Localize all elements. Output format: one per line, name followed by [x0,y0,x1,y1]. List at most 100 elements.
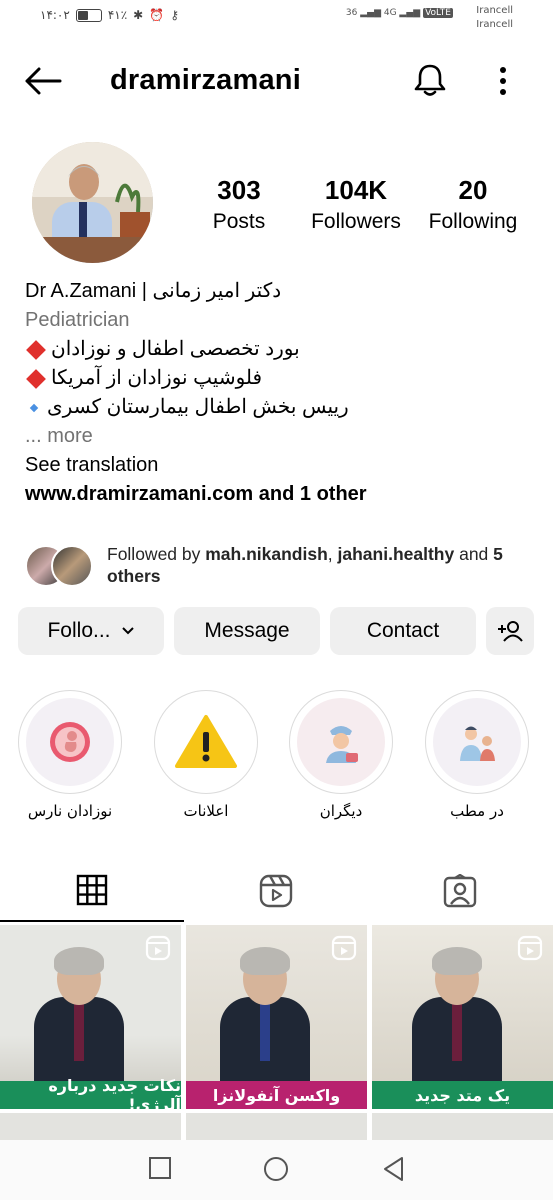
posts-count: 303 [217,175,261,205]
posts-label: Posts [212,210,266,233]
red-diamond-icon [26,368,46,389]
status-time: ۱۴:۰۲ [40,8,70,22]
alarm-icon: ⏰ [149,8,165,22]
stat-following[interactable]: 20 Following [413,175,533,234]
bluetooth-icon: ✱ [133,8,144,22]
following-count: 20 [458,175,488,205]
profile-header: dramirzamani [0,52,553,112]
nurse-icon [326,726,358,763]
avatar-image [32,142,153,263]
tab-reels[interactable] [184,860,368,922]
carrier-2: Irancell [476,19,513,30]
highlight-announcements[interactable]: اعلانات [153,690,259,820]
followers-count: 104K [324,175,388,205]
following-label: Following [428,210,518,233]
add-person-icon [498,621,523,642]
follower-avatar-2 [51,545,93,587]
message-button[interactable]: Message [174,607,320,655]
network-2: 4G [383,8,397,18]
followed-by[interactable]: Followed by mah.nikandish, jahani.health… [25,541,535,589]
highlight-preterm[interactable]: نوزادان نارس [17,690,123,820]
battery-level: ۴۱٪ [107,8,128,22]
status-left: ۱۴:۰۲ ۴۱٪ ✱ ⏰ ⚷ [40,8,179,22]
red-diamond-icon [26,339,46,360]
reels-icon [259,874,293,908]
warning-icon [175,715,237,768]
bio-line-3: رییس بخش اطفال بیمارستان کسری [25,393,535,422]
stat-followers[interactable]: 104K Followers [296,175,416,234]
reel-badge-icon [331,935,357,961]
back-nav-icon[interactable] [382,1156,406,1182]
highlight-clinic[interactable]: در مطب [424,690,530,820]
system-nav-bar [0,1140,553,1200]
signal-area: 36 ▂▄▆ 4G ▂▄▆ VoLTE [345,8,453,18]
figure-tie [74,1001,84,1061]
message-button-label: Message [204,619,290,642]
followed-and: and [454,544,494,564]
tab-tagged[interactable] [368,860,552,922]
fetus-icon [50,722,90,762]
followed-sep: , [327,544,338,564]
contact-button-label: Contact [366,619,440,642]
contact-button[interactable]: Contact [330,607,476,655]
profile-avatar[interactable] [32,142,153,263]
followers-label: Followers [311,210,401,233]
profile-display-name: دکتر امیر زمانی | Dr A.Zamani [25,280,282,302]
highlight-label: نوزادان نارس [27,802,113,820]
doctor-figure [412,939,502,1089]
post-tile-1[interactable]: نکات جدید درباره آلرژی! [0,925,181,1109]
suggested-people-button[interactable] [486,607,534,655]
back-arrow-icon[interactable] [24,66,62,96]
status-bar: ۱۴:۰۲ ۴۱٪ ✱ ⏰ ⚷ 36 ▂▄▆ 4G ▂▄▆ VoLTE Iran… [0,0,553,38]
highlight-cover [26,698,114,786]
profile-category: Pediatrician [25,309,130,331]
key-icon: ⚷ [170,8,179,22]
notification-bell-icon[interactable] [413,62,447,98]
followed-user-1[interactable]: mah.nikandish [205,544,328,564]
carriers: Irancell Irancell [476,4,513,32]
network-1: 36 [345,8,358,18]
highlight-others[interactable]: دیگران [288,690,394,820]
highlight-label: اعلانات [183,802,229,820]
highlight-label: دیگران [319,802,363,820]
profile-tabs [0,860,553,922]
tab-posts-grid[interactable] [0,860,184,922]
profile-username: dramirzamani [110,64,301,96]
home-icon[interactable] [263,1156,289,1182]
doctor-figure [34,939,124,1089]
figure-tie [452,1001,462,1061]
doctor-patient-icon [460,726,495,761]
highlight-ring [289,690,393,794]
post-caption-bar: نکات جدید درباره آلرژی! [0,1076,181,1109]
profile-website-link[interactable]: www.dramirzamani.com and 1 other [25,480,535,509]
highlight-ring [154,690,258,794]
post-caption-bar: یک متد جدید [372,1081,553,1109]
carrier-1: Irancell [476,5,513,16]
figure-hair [240,947,290,975]
doctor-figure [220,939,310,1089]
figure-tie [260,1001,270,1061]
profile-bio: دکتر امیر زمانی | Dr A.Zamani Pediatrici… [25,277,535,509]
bio-more-link[interactable]: ... more [25,422,535,451]
highlight-label: در مطب [450,802,504,820]
bio-line-3-text: رییس بخش اطفال بیمارستان کسری [47,396,349,418]
post-tile-2[interactable]: واکسن آنفولانزا [186,925,367,1109]
following-button[interactable]: Follo... [18,607,164,655]
more-options-icon[interactable] [495,64,511,98]
bio-line-2: فلوشیپ نوزادان از آمریکا [25,364,535,393]
chevron-down-icon [121,627,134,635]
reel-badge-icon [145,935,171,961]
followed-by-text: Followed by mah.nikandish, jahani.health… [107,543,537,587]
blue-diamond-icon [29,403,39,412]
figure-hair [54,947,104,975]
post-tile-3[interactable]: یک متد جدید [372,925,553,1109]
highlight-ring [18,690,122,794]
highlight-cover [162,698,250,786]
see-translation-link[interactable]: See translation [25,451,535,480]
highlight-ring [425,690,529,794]
tagged-person-icon [443,874,477,908]
stat-posts[interactable]: 303 Posts [179,175,299,234]
grid-icon [76,874,108,906]
recents-icon[interactable] [148,1156,172,1180]
followed-user-2[interactable]: jahani.healthy [338,544,455,564]
